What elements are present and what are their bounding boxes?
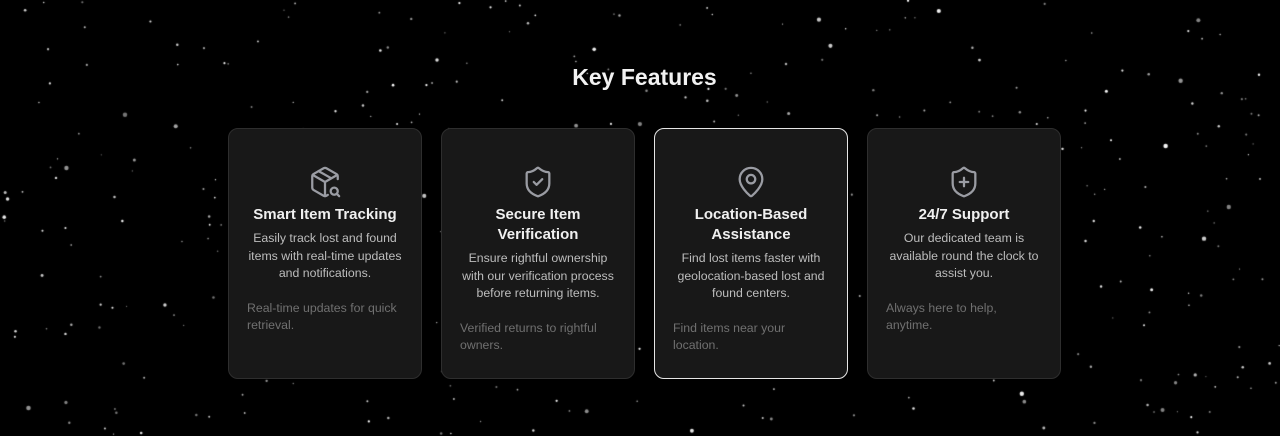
feature-cards: Smart Item Tracking Easily track lost an… (228, 128, 1061, 379)
feature-note: Always here to help, anytime. (886, 300, 997, 333)
shield-check-icon (525, 166, 551, 198)
feature-note: Real-time updates for quick retrieval. (247, 300, 397, 333)
feature-note: Find items near your location. (673, 320, 786, 353)
feature-description: Our dedicated team is available round th… (889, 231, 1039, 281)
feature-card-tracking[interactable]: Smart Item Tracking Easily track lost an… (228, 128, 422, 379)
feature-card-location[interactable]: Location-Based Assistance Find lost item… (654, 128, 848, 379)
feature-card-verification[interactable]: Secure Item Verification Ensure rightful… (441, 128, 635, 379)
feature-title: Secure Item Verification (495, 206, 581, 243)
feature-card-support[interactable]: 24/7 Support Our dedicated team is avail… (867, 128, 1061, 379)
map-pin-icon (738, 166, 764, 198)
feature-title: Location-Based Assistance (694, 206, 808, 243)
section-title: Key Features (572, 64, 717, 90)
feature-description: Easily track lost and found items with r… (248, 231, 402, 281)
package-search-icon (311, 166, 341, 198)
feature-title: Smart Item Tracking (253, 206, 397, 223)
feature-note: Verified returns to rightful owners. (460, 320, 597, 353)
shield-plus-icon (951, 166, 977, 198)
feature-description: Ensure rightful ownership with our verif… (462, 251, 614, 301)
feature-title: 24/7 Support (918, 206, 1010, 223)
feature-description: Find lost items faster with geolocation-… (677, 251, 825, 301)
